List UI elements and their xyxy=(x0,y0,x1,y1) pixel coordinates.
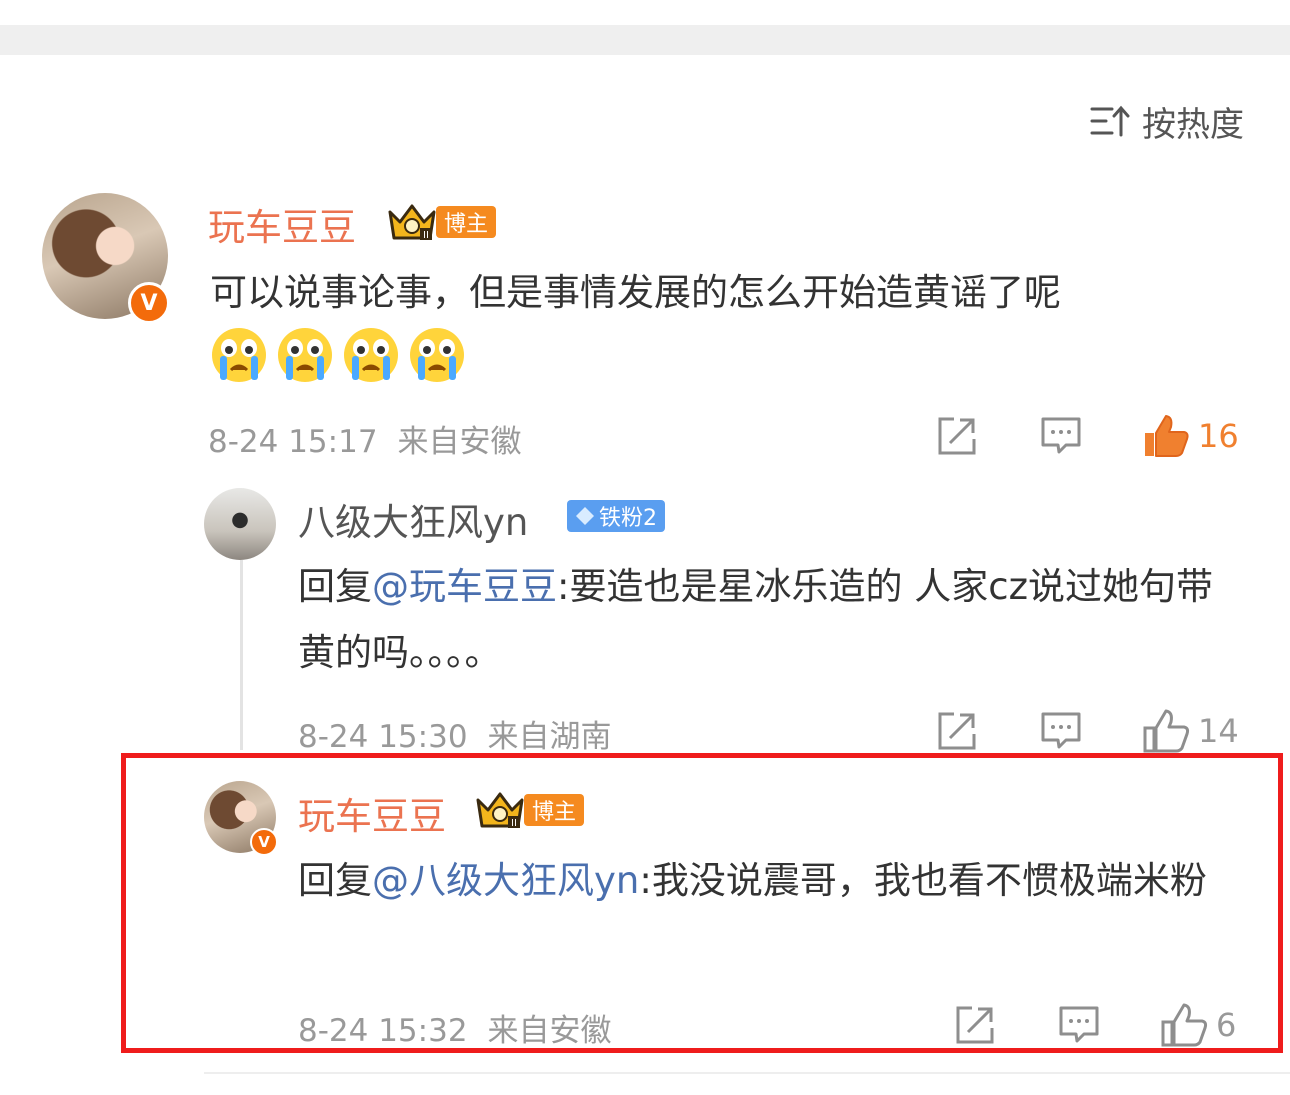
reply-button[interactable] xyxy=(1040,415,1082,457)
reply-text: 回复@玩车豆豆:要造也是星冰乐造的 人家cz说过她句带黄的吗。。。。 xyxy=(298,554,1248,686)
svg-text:II: II xyxy=(423,230,429,241)
comment-text: 可以说事论事，但是事情发展的怎么开始造黄谣了呢 xyxy=(210,271,1061,314)
emoji-row xyxy=(210,326,466,384)
sort-icon xyxy=(1090,103,1130,139)
diamond-icon xyxy=(576,507,594,525)
like-count: 14 xyxy=(1198,712,1239,750)
reply-username[interactable]: 八级大狂风yn xyxy=(298,492,528,546)
top-separator-band xyxy=(0,25,1290,55)
sort-by-hot-toggle[interactable]: 按热度 xyxy=(1090,98,1244,145)
timestamp: 8-24 15:30 xyxy=(298,719,468,755)
crying-emoji xyxy=(278,328,332,382)
crying-emoji xyxy=(212,328,266,382)
share-button[interactable] xyxy=(936,415,978,457)
fan-badge: 铁粉2 xyxy=(567,500,665,532)
thread-line xyxy=(240,560,243,750)
crown-icon: II xyxy=(388,204,436,241)
thumbs-up-icon xyxy=(1145,415,1189,457)
host-badge: 博主 xyxy=(436,206,497,238)
location: 来自湖南 xyxy=(487,719,612,755)
reply-actions: 14 xyxy=(936,707,1239,755)
comment-icon xyxy=(1041,712,1081,749)
comment-actions: 16 xyxy=(936,412,1239,460)
comment-icon xyxy=(1041,417,1081,454)
verified-v-icon: V xyxy=(128,282,170,324)
divider xyxy=(204,1072,1290,1074)
fan-badge-label: 铁粉2 xyxy=(599,506,657,531)
comment-username[interactable]: 玩车豆豆 xyxy=(208,197,356,251)
highlight-box xyxy=(121,753,1283,1053)
avatar[interactable] xyxy=(204,488,276,560)
share-icon xyxy=(938,417,976,455)
like-count: 16 xyxy=(1198,417,1239,455)
share-button[interactable] xyxy=(936,710,978,752)
timestamp: 8-24 15:17 xyxy=(208,424,378,460)
share-icon xyxy=(938,712,976,750)
reply-button[interactable] xyxy=(1040,710,1082,752)
location: 来自安徽 xyxy=(397,424,522,460)
mention-link[interactable]: @玩车豆豆 xyxy=(372,565,557,608)
sort-label: 按热度 xyxy=(1142,104,1244,145)
crying-emoji xyxy=(410,328,464,382)
reply-prefix: 回复 xyxy=(298,565,372,608)
like-button[interactable]: 14 xyxy=(1142,708,1239,754)
thumbs-up-icon xyxy=(1143,709,1190,753)
comment-meta: 8-24 15:17 来自安徽 xyxy=(208,416,522,461)
reply-meta: 8-24 15:30 来自湖南 xyxy=(298,711,612,756)
crying-emoji xyxy=(344,328,398,382)
like-button[interactable]: 16 xyxy=(1142,413,1239,459)
